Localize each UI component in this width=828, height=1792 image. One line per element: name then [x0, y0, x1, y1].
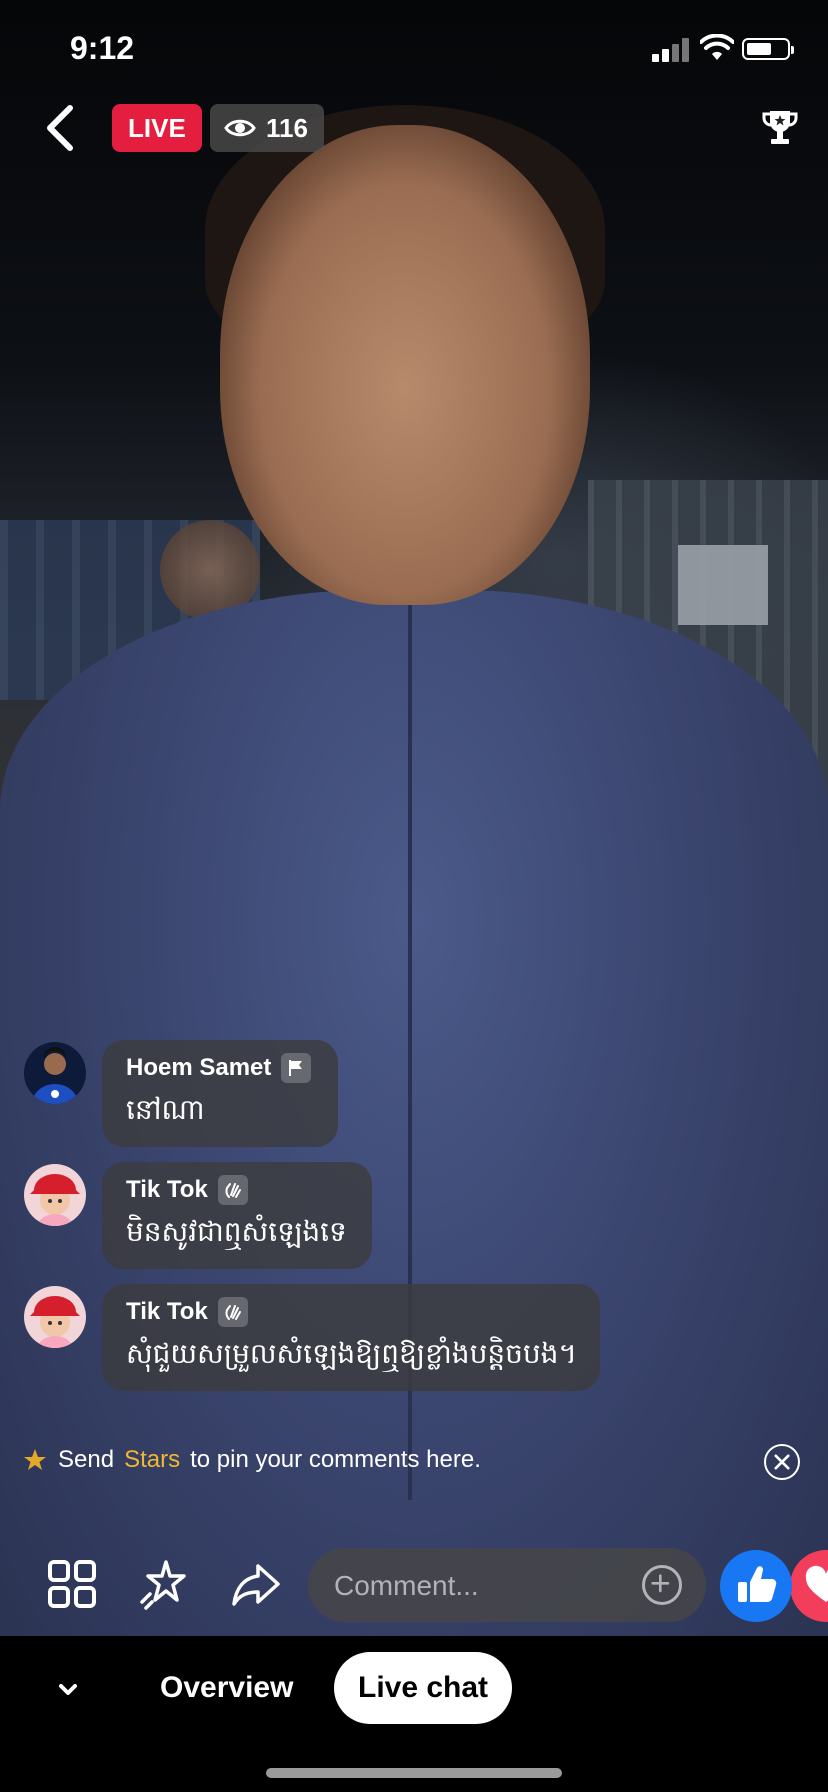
comment-item[interactable]: Tik Tok មិនសូវជាឮសំឡេងទេ: [24, 1162, 372, 1269]
cellular-signal-icon: [652, 38, 692, 62]
avatar[interactable]: [24, 1164, 86, 1226]
eye-icon: [224, 119, 256, 137]
comment-text: មិនសូវជាឮសំឡេងទេ: [126, 1216, 347, 1247]
tab-live-chat[interactable]: Live chat: [334, 1652, 513, 1724]
wave-icon: [217, 1175, 248, 1205]
commenter-name: Hoem Samet: [126, 1054, 272, 1081]
star-icon: [24, 1449, 46, 1470]
comment-item[interactable]: Tik Tok សុំជួយសម្រួលសំឡេងឱ្យឮឱ្យខ្លាំងបន…: [24, 1284, 600, 1391]
background-sign: [678, 545, 768, 625]
avatar-child-red-hat: [24, 1286, 86, 1348]
comment-input[interactable]: [332, 1548, 636, 1624]
comment-bubble: Tik Tok សុំជួយសម្រួលសំឡេងឱ្យឮឱ្យខ្លាំងបន…: [102, 1284, 600, 1391]
comment-item[interactable]: Hoem Samet នៅណា: [24, 1040, 338, 1147]
close-icon[interactable]: [764, 1444, 800, 1480]
home-indicator[interactable]: [266, 1768, 562, 1778]
flag-icon: [281, 1053, 312, 1083]
thumbs-up-icon: [738, 1566, 777, 1602]
share-icon[interactable]: [230, 1558, 282, 1610]
comment-bubble: Hoem Samet នៅណា: [102, 1040, 338, 1147]
streamer-face: [220, 125, 590, 605]
status-time: 9:12: [70, 30, 135, 66]
back-icon[interactable]: [40, 100, 84, 156]
stars-link[interactable]: Stars: [124, 1446, 180, 1474]
comment-bubble: Tik Tok មិនសូវជាឮសំឡេងទេ: [102, 1162, 372, 1269]
chevron-down-icon[interactable]: [54, 1676, 82, 1704]
tab-overview[interactable]: Overview: [160, 1652, 293, 1724]
battery-icon: [742, 38, 794, 60]
bottom-tab-bar: Overview Live chat: [0, 1636, 828, 1792]
stars-notice-suffix: to pin your comments here.: [190, 1446, 481, 1473]
love-reaction-button[interactable]: [790, 1550, 828, 1622]
comment-text: សុំជួយសម្រួលសំឡេងឱ្យឮឱ្យខ្លាំងបន្តិចបង។: [126, 1338, 577, 1369]
avatar-child-red-hat: [24, 1164, 86, 1226]
heart-icon: [805, 1565, 828, 1602]
commenter-name: Tik Tok: [126, 1298, 208, 1325]
avatar[interactable]: [24, 1286, 86, 1348]
viewer-count: 116: [266, 113, 308, 143]
wifi-icon: [700, 34, 734, 60]
avatar-man-blue-shirt: [24, 1042, 86, 1104]
like-reaction-button[interactable]: [720, 1550, 792, 1622]
avatar[interactable]: [24, 1042, 86, 1104]
stars-notice-prefix: Send: [58, 1446, 115, 1473]
commenter-name: Tik Tok: [126, 1176, 208, 1203]
wave-icon: [217, 1297, 248, 1327]
add-icon[interactable]: [642, 1565, 682, 1605]
grid-menu-icon[interactable]: [46, 1558, 98, 1610]
comment-field[interactable]: [308, 1548, 706, 1624]
live-badge: LIVE: [112, 104, 202, 152]
live-stream-screen: 9:12 LIVE 116 Hoem Samet នៅណា Tik Tok មិ…: [0, 0, 828, 1792]
trophy-icon[interactable]: [762, 108, 798, 148]
comment-text: នៅណា: [126, 1094, 205, 1125]
viewer-count-badge: 116: [210, 104, 324, 152]
stars-icon[interactable]: [138, 1558, 190, 1610]
stars-pin-notice[interactable]: Send Stars to pin your comments here.: [22, 1446, 481, 1474]
